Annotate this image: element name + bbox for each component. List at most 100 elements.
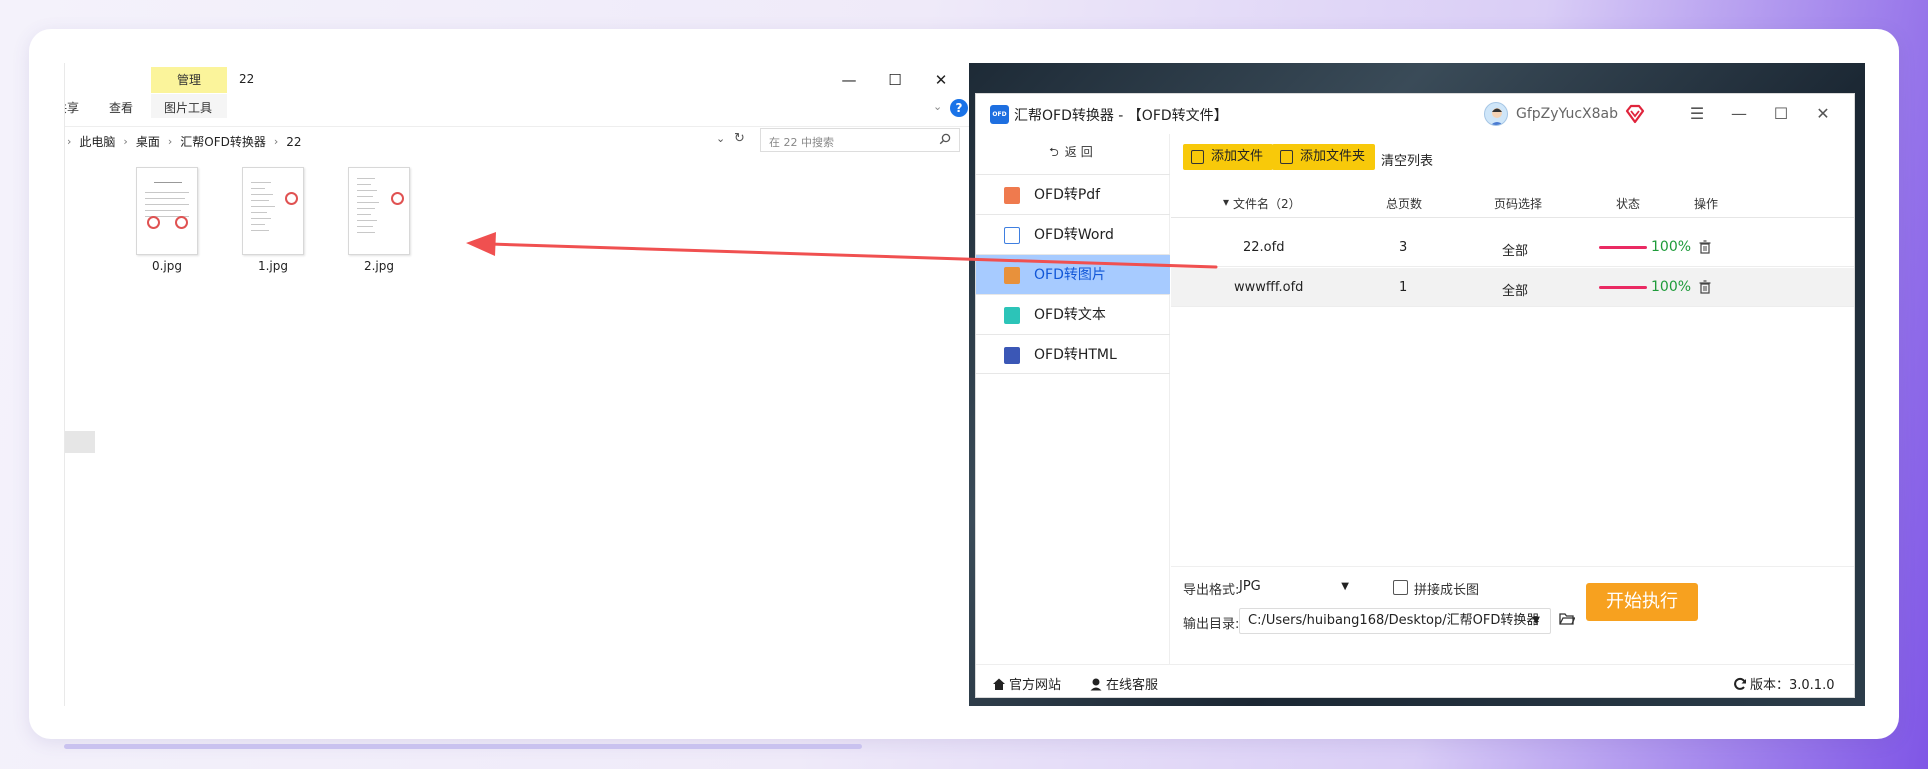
version-info[interactable]: 版本：3.0.1.0 [1733, 674, 1834, 693]
page-range-cell[interactable]: 全部 [1502, 280, 1528, 299]
table-row[interactable]: 22.ofd 3 全部 100% [1171, 228, 1854, 267]
sidebar-item-ofd-word[interactable]: OFD转Word [976, 214, 1170, 254]
caret-down-icon: ▼ [1532, 615, 1540, 626]
sidebar-item-label: OFD转HTML [1034, 347, 1117, 363]
close-button[interactable]: ✕ [1810, 102, 1836, 126]
breadcrumb-item[interactable]: 22 [286, 135, 301, 149]
app-logo: OFD [990, 105, 1009, 124]
progress-bar [1599, 246, 1647, 249]
online-support-link[interactable]: 在线客服 [1089, 674, 1158, 693]
status-percent: 100% [1651, 239, 1692, 255]
close-button[interactable]: ✕ [927, 69, 955, 91]
sort-desc-icon[interactable]: ▾ [1223, 195, 1229, 209]
vip-diamond-icon[interactable] [1624, 103, 1646, 125]
minimize-button[interactable]: — [835, 69, 863, 91]
help-icon[interactable]: ? [950, 99, 968, 117]
export-format-value: JPG [1239, 579, 1261, 594]
add-file-label: 添加文件 [1211, 149, 1264, 164]
column-header-actions: 操作 [1694, 197, 1719, 211]
chevron-right-icon: › [167, 135, 173, 148]
scrollbar-thumb[interactable] [65, 431, 95, 453]
ribbon-tab-picture-tools[interactable]: 图片工具 [164, 99, 212, 116]
clear-list-button[interactable]: 清空列表 [1381, 150, 1433, 169]
column-header-range: 页码选择 [1494, 197, 1543, 211]
folder-open-icon[interactable] [1559, 612, 1575, 626]
chevron-right-icon: › [273, 135, 279, 148]
scroll-indicator [64, 744, 862, 749]
search-input[interactable]: 在 22 中搜索 [760, 128, 960, 152]
file-item[interactable]: 1.jpg [233, 167, 313, 273]
breadcrumb-item[interactable]: 桌面 [136, 133, 160, 150]
sidebar-item-ofd-pdf[interactable]: OFD转Pdf [976, 174, 1170, 214]
progress-bar [1599, 286, 1647, 289]
html-icon [1004, 347, 1020, 364]
file-item[interactable]: 0.jpg [127, 167, 207, 273]
back-button[interactable]: ⮌ 返回 [976, 134, 1170, 174]
export-format-select[interactable]: JPG ▼ [1239, 575, 1359, 599]
image-icon [1004, 267, 1020, 284]
column-header-status: 状态 [1616, 197, 1641, 211]
output-dir-select[interactable]: C:/Users/huibang168/Desktop/汇帮OFD转换器 ▼ [1239, 608, 1551, 634]
search-placeholder: 在 22 中搜索 [769, 136, 834, 149]
official-website-link[interactable]: 官方网站 [992, 674, 1061, 693]
minimize-button[interactable]: — [1726, 102, 1752, 126]
online-support-label: 在线客服 [1106, 678, 1159, 693]
sidebar-item-label: OFD转Word [1034, 227, 1114, 243]
chevron-down-icon[interactable]: ⌄ [716, 132, 725, 145]
add-folder-button[interactable]: 添加文件夹 [1272, 144, 1376, 170]
menu-icon[interactable]: ☰ [1684, 102, 1710, 126]
app-title: 汇帮OFD转换器 - 【OFD转文件】 [1014, 108, 1228, 124]
explorer-titlebar: 管理 22 — ☐ ✕ 共享 查看 图片工具 ⌄ ? [65, 63, 969, 121]
file-thumbnail [348, 167, 410, 255]
page-range-cell[interactable]: 全部 [1502, 240, 1528, 259]
table-row[interactable]: wwwfff.ofd 1 全部 100% [1171, 268, 1854, 307]
folder-add-icon [1280, 150, 1293, 164]
ribbon-tab-share[interactable]: 共享 [65, 99, 79, 116]
chevron-down-icon[interactable]: ⌄ [933, 100, 942, 113]
maximize-button[interactable]: ☐ [881, 69, 909, 91]
sidebar-item-ofd-html[interactable]: OFD转HTML [976, 334, 1170, 374]
username: GfpZyYucX8ab [1516, 106, 1619, 122]
status-percent: 100% [1651, 279, 1692, 295]
sidebar-item-ofd-text[interactable]: OFD转文本 [976, 294, 1170, 334]
text-icon [1004, 307, 1020, 324]
ribbon-tab-view[interactable]: 查看 [109, 99, 133, 116]
sidebar-item-ofd-image[interactable]: OFD转图片 [976, 254, 1170, 294]
trash-icon[interactable] [1699, 280, 1711, 294]
file-item[interactable]: 2.jpg [339, 167, 419, 273]
file-name-cell: wwwfff.ofd [1234, 280, 1304, 295]
address-bar[interactable]: › 此电脑 › 桌面 › 汇帮OFD转换器 › 22 ⌄ ↻ 在 22 中搜索 [65, 126, 969, 152]
trash-icon[interactable] [1699, 240, 1711, 254]
maximize-button[interactable]: ☐ [1768, 102, 1794, 126]
start-button[interactable]: 开始执行 [1586, 583, 1698, 621]
back-arrow-icon: ⮌ [1049, 145, 1059, 159]
status-bar: 官方网站 在线客服 版本：3.0.1.0 [976, 664, 1854, 697]
toolbar: 添加文件 添加文件夹 清空列表 [1171, 134, 1854, 178]
breadcrumb-item[interactable]: 此电脑 [79, 133, 115, 150]
breadcrumb-item[interactable]: 汇帮OFD转换器 [180, 133, 266, 150]
add-file-button[interactable]: 添加文件 [1183, 144, 1274, 170]
official-website-label: 官方网站 [1009, 678, 1062, 693]
breadcrumb: › 此电脑 › 桌面 › 汇帮OFD转换器 › 22 [67, 133, 302, 150]
file-icon [1191, 150, 1204, 164]
sidebar-item-label: OFD转文本 [1034, 307, 1106, 323]
output-settings: 导出格式: JPG ▼ 拼接成长图 输出目录: C:/Users/huibang… [1171, 566, 1854, 664]
file-name-cell: 22.ofd [1243, 240, 1285, 255]
word-icon [1004, 227, 1020, 244]
refresh-icon[interactable]: ↻ [734, 131, 745, 146]
file-explorer-window: 管理 22 — ☐ ✕ 共享 查看 图片工具 ⌄ ? › 此电脑 › 桌面 › … [64, 63, 969, 706]
headset-icon [1090, 678, 1102, 690]
column-header-pages: 总页数 [1386, 197, 1423, 211]
version-label: 版本：3.0.1.0 [1750, 678, 1835, 693]
pdf-icon [1004, 187, 1020, 204]
ribbon-tab-manage[interactable]: 管理 [151, 67, 227, 93]
merge-long-image-label: 拼接成长图 [1414, 583, 1480, 598]
column-header-filename[interactable]: 文件名（2） [1233, 195, 1301, 212]
folder-title: 22 [239, 72, 255, 86]
file-thumbnail [242, 167, 304, 255]
file-name: 1.jpg [257, 259, 289, 273]
avatar[interactable] [1484, 102, 1508, 126]
merge-long-image-checkbox[interactable] [1393, 580, 1408, 595]
converter-app-window: OFD 汇帮OFD转换器 - 【OFD转文件】 GfpZyYucX8ab ☰ —… [975, 93, 1855, 698]
page-count-cell: 1 [1399, 280, 1408, 295]
